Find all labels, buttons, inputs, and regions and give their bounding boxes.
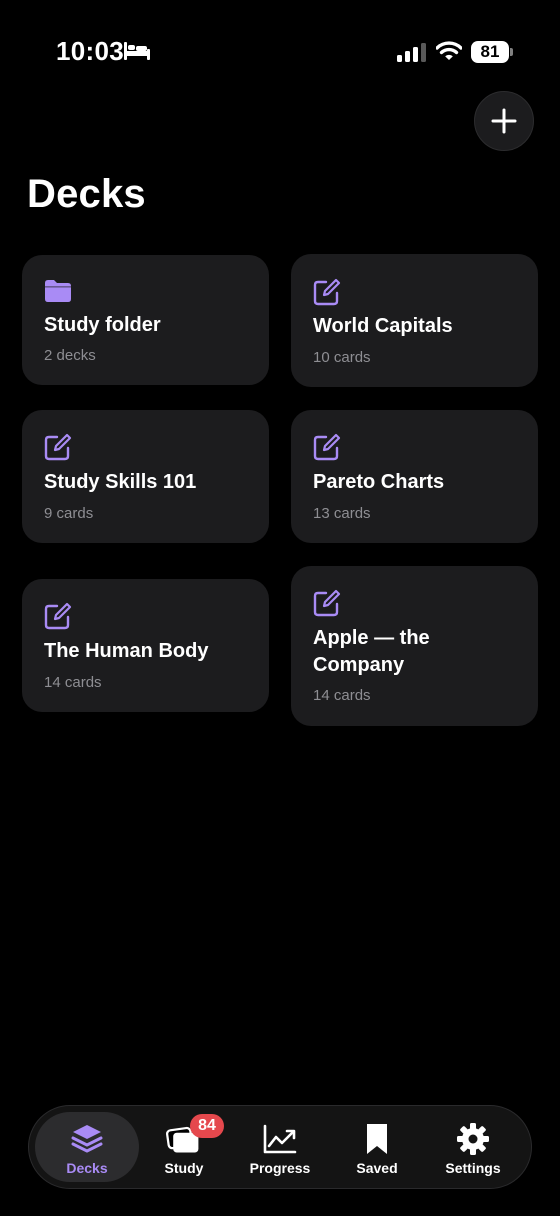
add-deck-button[interactable] xyxy=(474,91,534,151)
edit-icon xyxy=(313,433,341,461)
bed-icon xyxy=(124,42,150,60)
deck-name: Pareto Charts xyxy=(313,471,445,493)
deck-name: Apple — the Company xyxy=(313,627,430,676)
wifi-icon xyxy=(436,41,462,60)
deck-count: 13 cards xyxy=(313,505,371,522)
gear-icon xyxy=(457,1123,489,1155)
status-bar: 10:03 81 xyxy=(0,0,560,100)
tab-label: Study xyxy=(164,1160,204,1176)
deck-name: Study folder xyxy=(44,314,161,336)
study-badge: 84 xyxy=(190,1114,224,1138)
tab-progress[interactable]: Progress xyxy=(228,1112,332,1182)
deck-count: 9 cards xyxy=(44,505,94,522)
tab-label: Saved xyxy=(356,1160,398,1176)
deck-name: Study Skills 101 xyxy=(44,471,197,493)
page-title: Decks xyxy=(27,172,146,216)
folder-icon xyxy=(45,280,71,302)
deck-card-human-body[interactable]: The Human Body 14 cards xyxy=(22,579,269,712)
tab-label: Settings xyxy=(445,1160,501,1176)
tab-decks[interactable]: Decks xyxy=(35,1112,139,1182)
deck-name: World Capitals xyxy=(313,315,453,337)
bookmark-icon xyxy=(367,1124,387,1154)
edit-icon xyxy=(313,589,341,617)
plus-icon xyxy=(491,108,517,134)
edit-icon xyxy=(44,433,72,461)
deck-count: 10 cards xyxy=(313,349,371,366)
battery-tip xyxy=(510,48,513,56)
cellular-signal-icon xyxy=(397,43,426,62)
deck-count: 14 cards xyxy=(44,674,102,691)
deck-name: The Human Body xyxy=(44,640,209,662)
status-time: 10:03 xyxy=(56,36,124,66)
deck-card-apple[interactable]: Apple — the Company 14 cards xyxy=(291,566,538,726)
chart-icon xyxy=(263,1124,297,1154)
tab-label: Decks xyxy=(66,1160,108,1176)
deck-card-study-folder[interactable]: Study folder 2 decks xyxy=(22,255,269,385)
tab-settings[interactable]: Settings xyxy=(421,1112,525,1182)
deck-card-pareto-charts[interactable]: Pareto Charts 13 cards xyxy=(291,410,538,543)
deck-count: 14 cards xyxy=(313,687,371,704)
stack-icon xyxy=(71,1125,103,1153)
tab-saved[interactable]: Saved xyxy=(325,1112,429,1182)
deck-card-world-capitals[interactable]: World Capitals 10 cards xyxy=(291,254,538,387)
battery-level: 81 xyxy=(471,41,509,63)
tab-label: Progress xyxy=(249,1160,311,1176)
deck-card-study-skills[interactable]: Study Skills 101 9 cards xyxy=(22,410,269,543)
edit-icon xyxy=(313,278,341,306)
tab-study[interactable]: Study 84 xyxy=(132,1112,236,1182)
deck-count: 2 decks xyxy=(44,347,96,364)
tab-bar: Decks Study 84 Progress Saved Settings xyxy=(28,1105,532,1189)
battery-indicator: 81 xyxy=(471,41,513,63)
edit-icon xyxy=(44,602,72,630)
